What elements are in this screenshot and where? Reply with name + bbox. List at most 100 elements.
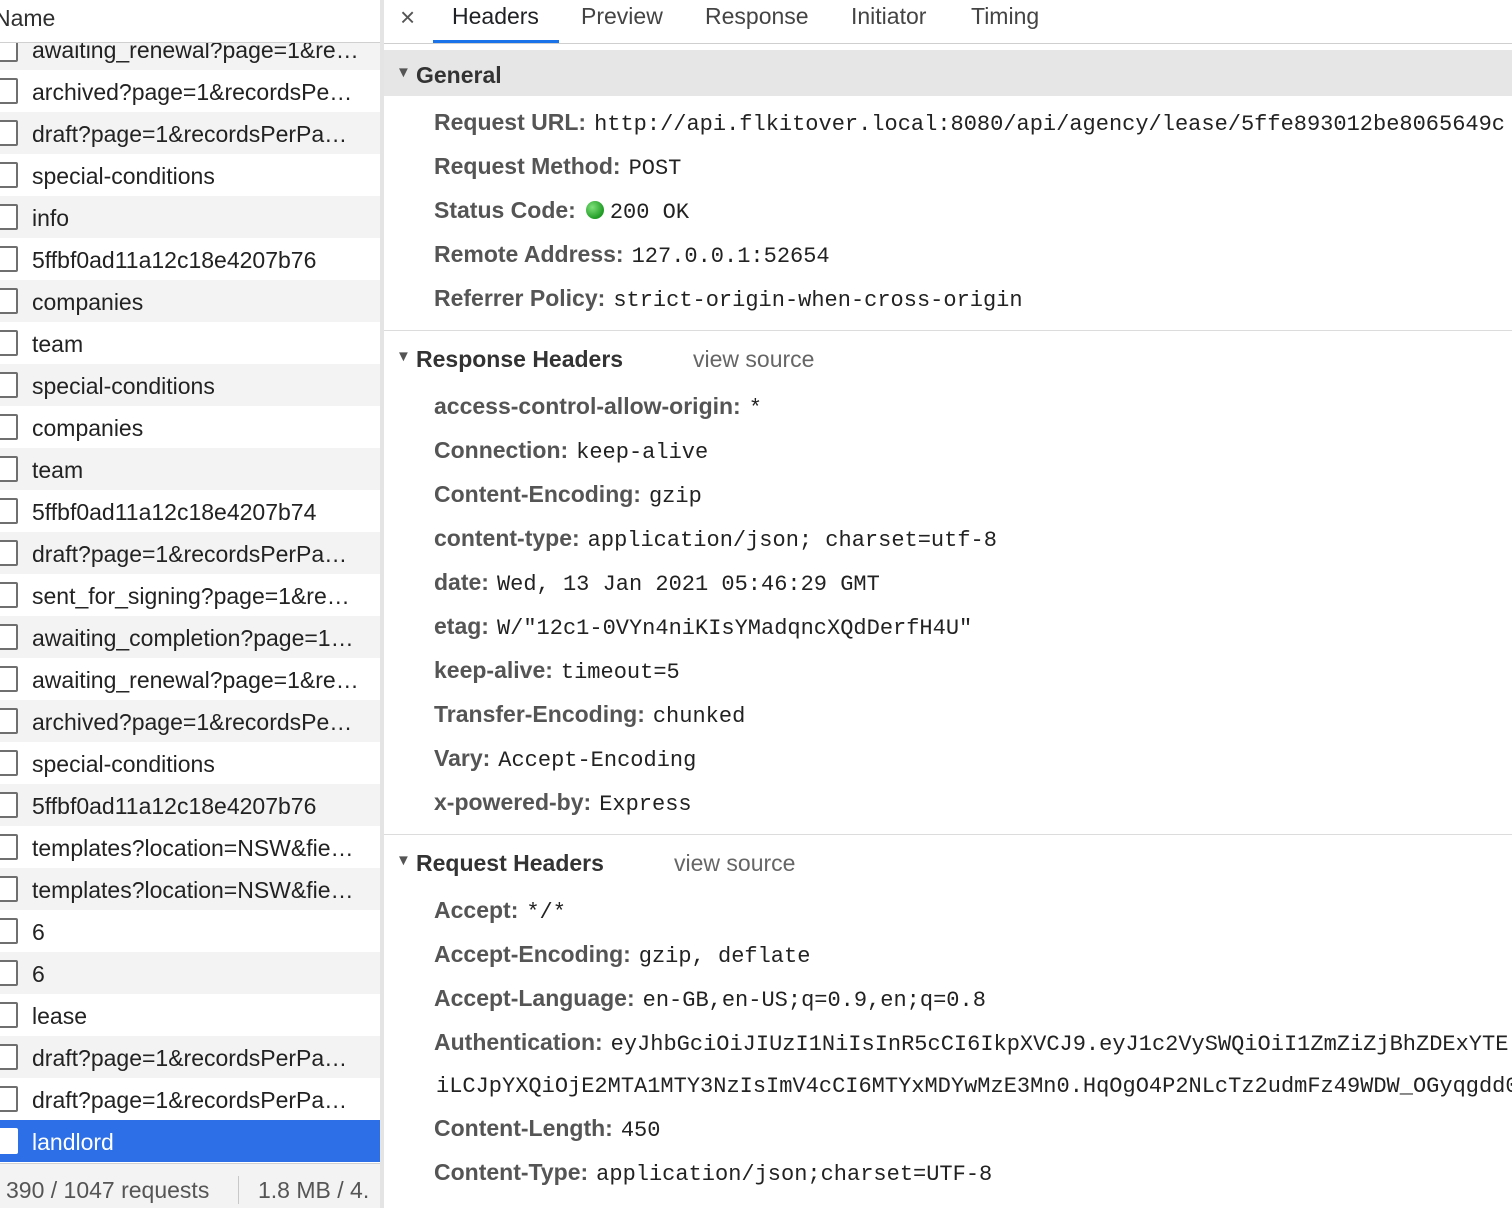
tab-headers[interactable]: Headers xyxy=(433,3,559,43)
tab-timing[interactable]: Timing xyxy=(971,3,1039,43)
request-list-panel: Name awaiting_renewal?page=1&re… archived… xyxy=(0,0,380,1208)
accept-value: */* xyxy=(526,900,566,925)
document-icon xyxy=(0,162,18,188)
general-section-header[interactable]: ▼ General xyxy=(384,50,1512,96)
request-method-label: Request Method: xyxy=(434,153,621,179)
document-icon xyxy=(0,582,18,608)
content-length-label: Content-Length: xyxy=(434,1115,613,1141)
remote-address-value: 127.0.0.1:52654 xyxy=(631,244,830,269)
request-row[interactable]: companies xyxy=(0,280,380,322)
response-view-source-link[interactable]: view source xyxy=(693,346,814,373)
request-row[interactable]: lease xyxy=(0,994,380,1036)
document-icon xyxy=(0,43,18,62)
header-key: Content-Encoding: xyxy=(434,481,641,507)
content-type-label: Content-Type: xyxy=(434,1159,589,1185)
request-row[interactable]: draft?page=1&recordsPerPa… xyxy=(0,532,380,574)
request-row[interactable]: awaiting_renewal?page=1&re… xyxy=(0,658,380,700)
content-type-value: application/json;charset=UTF-8 xyxy=(596,1162,993,1187)
remote-address-row: Remote Address: 127.0.0.1:52654 xyxy=(434,240,830,271)
general-title: General xyxy=(416,62,502,88)
request-name: info xyxy=(32,205,70,231)
request-row[interactable]: 5ffbf0ad11a12c18e4207b74 xyxy=(0,490,380,532)
name-column-label: Name xyxy=(0,5,56,31)
accept-language-row: Accept-Language: en-GB,en-US;q=0.9,en;q=0… xyxy=(434,984,986,1015)
request-row[interactable]: special-conditions xyxy=(0,364,380,406)
document-icon xyxy=(0,1002,18,1028)
request-row[interactable]: 5ffbf0ad11a12c18e4207b76 xyxy=(0,238,380,280)
request-rows: awaiting_renewal?page=1&re… archived?page… xyxy=(0,43,380,1163)
request-row[interactable]: sent_for_signing?page=1&re… xyxy=(0,574,380,616)
document-icon xyxy=(0,792,18,818)
transferred-size: 1.8 MB / 4. xyxy=(258,1177,370,1203)
header-key: Vary: xyxy=(434,745,491,771)
tab-preview[interactable]: Preview xyxy=(581,3,663,43)
section-divider xyxy=(384,834,1512,835)
request-method-row: Request Method: POST xyxy=(434,152,681,183)
document-icon xyxy=(0,1086,18,1112)
response-header-row: access-control-allow-origin: * xyxy=(434,392,762,423)
request-name: special-conditions xyxy=(32,163,215,189)
header-key: date: xyxy=(434,569,489,595)
document-icon xyxy=(0,960,18,986)
request-row[interactable]: companies xyxy=(0,406,380,448)
header-value: timeout=5 xyxy=(560,660,680,685)
tab-initiator[interactable]: Initiator xyxy=(851,3,926,43)
request-row[interactable]: draft?page=1&recordsPerPa… xyxy=(0,1078,380,1120)
collapse-triangle-icon: ▼ xyxy=(396,64,411,81)
request-row[interactable]: info xyxy=(0,196,380,238)
request-row[interactable]: archived?page=1&recordsPe… xyxy=(0,700,380,742)
name-column-header[interactable]: Name xyxy=(0,0,380,43)
request-name: companies xyxy=(32,415,144,441)
header-value: * xyxy=(748,396,762,421)
request-row[interactable]: special-conditions xyxy=(0,154,380,196)
request-row[interactable]: team xyxy=(0,448,380,490)
request-headers-section-header[interactable]: ▼ Request Headers view source xyxy=(384,838,1512,884)
response-headers-section-header[interactable]: ▼ Response Headers view source xyxy=(384,334,1512,380)
request-row[interactable]: templates?location=NSW&fie… xyxy=(0,868,380,910)
request-row[interactable]: templates?location=NSW&fie… xyxy=(0,826,380,868)
header-value: W/"12c1-0VYn4niKIsYMadqncXQdDerfH4U" xyxy=(496,616,973,641)
header-value: keep-alive xyxy=(576,440,709,465)
response-header-row: Content-Encoding: gzip xyxy=(434,480,702,511)
remote-address-label: Remote Address: xyxy=(434,241,624,267)
close-icon[interactable]: × xyxy=(400,2,415,33)
request-count: 390 / 1047 requests xyxy=(6,1177,210,1203)
document-icon xyxy=(0,540,18,566)
document-icon xyxy=(0,666,18,692)
response-header-row: date: Wed, 13 Jan 2021 05:46:29 GMT xyxy=(434,568,880,599)
request-row[interactable]: draft?page=1&recordsPerPa… xyxy=(0,112,380,154)
response-header-row: Transfer-Encoding: chunked xyxy=(434,700,745,731)
header-value: Accept-Encoding xyxy=(498,748,697,773)
request-row[interactable]: 6 xyxy=(0,910,380,952)
request-row[interactable]: 6 xyxy=(0,952,380,994)
header-value: gzip xyxy=(648,484,702,509)
response-header-row: x-powered-by: Express xyxy=(434,788,692,819)
request-view-source-link[interactable]: view source xyxy=(674,850,795,877)
response-headers-title: Response Headers xyxy=(416,346,624,372)
request-name: 5ffbf0ad11a12c18e4207b74 xyxy=(32,499,317,525)
request-row[interactable]: awaiting_completion?page=1… xyxy=(0,616,380,658)
request-url-row: Request URL: http://api.flkitover.local:8… xyxy=(434,108,1505,139)
request-row[interactable]: team xyxy=(0,322,380,364)
request-row[interactable]: archived?page=1&recordsPe… xyxy=(0,70,380,112)
request-name: archived?page=1&recordsPe… xyxy=(32,709,353,735)
accept-row: Accept: */* xyxy=(434,896,566,927)
request-row[interactable]: special-conditions xyxy=(0,742,380,784)
accept-encoding-row: Accept-Encoding: gzip, deflate xyxy=(434,940,810,971)
request-row[interactable]: draft?page=1&recordsPerPa… xyxy=(0,1036,380,1078)
referrer-policy-value: strict-origin-when-cross-origin xyxy=(613,288,1023,313)
document-icon xyxy=(0,288,18,314)
header-key: content-type: xyxy=(434,525,580,551)
header-key: x-powered-by: xyxy=(434,789,592,815)
accept-encoding-label: Accept-Encoding: xyxy=(434,941,631,967)
document-icon xyxy=(0,834,18,860)
referrer-policy-row: Referrer Policy: strict-origin-when-cross… xyxy=(434,284,1023,315)
header-key: Connection: xyxy=(434,437,569,463)
request-row[interactable]: awaiting_renewal?page=1&re… xyxy=(0,43,380,70)
request-row[interactable]: 5ffbf0ad11a12c18e4207b76 xyxy=(0,784,380,826)
request-name: special-conditions xyxy=(32,751,215,777)
request-row[interactable]: landlord xyxy=(0,1120,380,1162)
tab-response[interactable]: Response xyxy=(705,3,809,43)
request-name: templates?location=NSW&fie… xyxy=(32,877,354,903)
response-header-row: content-type: application/json; charset=u… xyxy=(434,524,997,555)
